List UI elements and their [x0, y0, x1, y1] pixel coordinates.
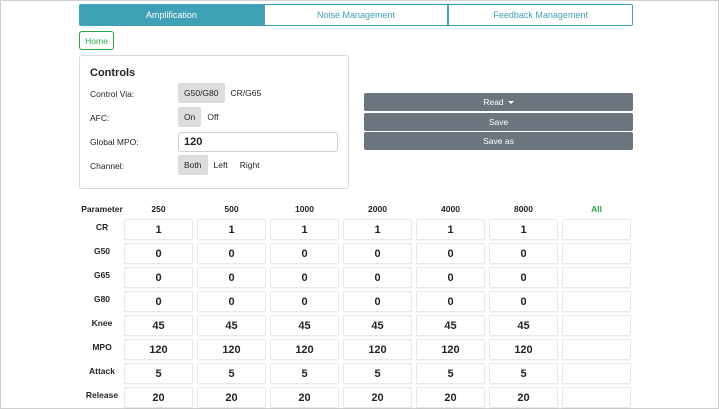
- value-cell[interactable]: 45: [416, 315, 485, 336]
- row-label-g65: G65: [93, 270, 111, 280]
- freq-header: 2000: [368, 204, 387, 214]
- value-cell[interactable]: 0: [270, 243, 339, 264]
- value-cell[interactable]: 1: [124, 219, 193, 240]
- value-cell[interactable]: 0: [416, 291, 485, 312]
- tab-noise-management[interactable]: Noise Management: [263, 4, 449, 26]
- parameter-header: Parameter: [81, 204, 123, 214]
- read-dropdown-button[interactable]: Read: [364, 93, 633, 111]
- value-cell[interactable]: 0: [124, 267, 193, 288]
- row-label-attack: Attack: [89, 366, 115, 376]
- value-cell[interactable]: 5: [124, 363, 193, 384]
- value-cell[interactable]: 0: [489, 243, 558, 264]
- all-cell[interactable]: [562, 243, 631, 264]
- tab-feedback-management[interactable]: Feedback Management: [448, 4, 634, 26]
- global-mpo-label: Global MPO:: [90, 137, 139, 147]
- value-cell[interactable]: 1: [343, 219, 412, 240]
- channel-toggle: Both Left Right: [178, 155, 266, 175]
- freq-header: 1000: [295, 204, 314, 214]
- value-cell[interactable]: 120: [270, 339, 339, 360]
- channel-both-option[interactable]: Both: [178, 155, 208, 175]
- value-cell[interactable]: 0: [416, 267, 485, 288]
- value-cell[interactable]: 5: [416, 363, 485, 384]
- all-cell[interactable]: [562, 291, 631, 312]
- control-via-cr-g65-option[interactable]: CR/G65: [224, 83, 268, 103]
- value-cell[interactable]: 120: [124, 339, 193, 360]
- row-label-g80: G80: [93, 294, 111, 304]
- value-cell[interactable]: 0: [197, 291, 266, 312]
- value-cell[interactable]: 0: [343, 267, 412, 288]
- value-cell[interactable]: 0: [124, 243, 193, 264]
- value-cell[interactable]: 20: [489, 387, 558, 408]
- all-cell[interactable]: [562, 363, 631, 384]
- all-cell[interactable]: [562, 219, 631, 240]
- value-cell[interactable]: 1: [489, 219, 558, 240]
- value-cell[interactable]: 5: [197, 363, 266, 384]
- value-cell[interactable]: 0: [197, 267, 266, 288]
- row-label-knee: Knee: [91, 318, 113, 328]
- row-label-release: Release: [85, 390, 119, 400]
- all-cell[interactable]: [562, 387, 631, 408]
- value-cell[interactable]: 45: [343, 315, 412, 336]
- value-cell[interactable]: 45: [489, 315, 558, 336]
- save-as-button[interactable]: Save as: [364, 132, 633, 150]
- freq-header: 500: [224, 204, 239, 214]
- controls-title: Controls: [90, 67, 136, 79]
- freq-header: 250: [151, 204, 166, 214]
- row-label-mpo: MPO: [92, 342, 112, 352]
- value-cell[interactable]: 20: [270, 387, 339, 408]
- afc-off-option[interactable]: Off: [201, 107, 225, 127]
- controls-panel: Controls Control Via: G50/G80 CR/G65 AFC…: [79, 55, 349, 189]
- value-cell[interactable]: 0: [489, 291, 558, 312]
- value-cell[interactable]: 20: [124, 387, 193, 408]
- value-cell[interactable]: 5: [489, 363, 558, 384]
- value-cell[interactable]: 20: [416, 387, 485, 408]
- control-via-g50-g80-option[interactable]: G50/G80: [178, 83, 225, 103]
- all-cell[interactable]: [562, 267, 631, 288]
- value-cell[interactable]: 20: [343, 387, 412, 408]
- home-button[interactable]: Home: [79, 31, 114, 50]
- value-cell[interactable]: 0: [124, 291, 193, 312]
- channel-right-option[interactable]: Right: [233, 155, 266, 175]
- value-cell[interactable]: 1: [197, 219, 266, 240]
- value-cell[interactable]: 0: [270, 267, 339, 288]
- afc-label: AFC:: [90, 113, 110, 123]
- value-cell[interactable]: 5: [270, 363, 339, 384]
- value-cell[interactable]: 120: [489, 339, 558, 360]
- all-cell[interactable]: [562, 315, 631, 336]
- value-cell[interactable]: 45: [270, 315, 339, 336]
- global-mpo-input[interactable]: 120: [178, 132, 338, 152]
- value-cell[interactable]: 1: [270, 219, 339, 240]
- afc-on-option[interactable]: On: [178, 107, 202, 127]
- value-cell[interactable]: 0: [197, 243, 266, 264]
- value-cell[interactable]: 20: [197, 387, 266, 408]
- caret-down-icon: [507, 100, 514, 104]
- value-cell[interactable]: 0: [343, 291, 412, 312]
- tab-amplification[interactable]: Amplification: [79, 4, 264, 26]
- control-via-toggle: G50/G80 CR/G65: [178, 83, 268, 103]
- value-cell[interactable]: 120: [416, 339, 485, 360]
- value-cell[interactable]: 0: [489, 267, 558, 288]
- value-cell[interactable]: 120: [343, 339, 412, 360]
- afc-toggle: On Off: [178, 107, 225, 127]
- freq-header: 8000: [514, 204, 533, 214]
- save-button[interactable]: Save: [364, 113, 633, 131]
- value-cell[interactable]: 1: [416, 219, 485, 240]
- value-cell[interactable]: 0: [343, 243, 412, 264]
- value-cell[interactable]: 5: [343, 363, 412, 384]
- channel-label: Channel:: [90, 161, 125, 171]
- value-cell[interactable]: 120: [197, 339, 266, 360]
- row-label-g50: G50: [93, 246, 111, 256]
- tab-bar: Amplification Noise Management Feedback …: [79, 4, 634, 26]
- freq-header: 4000: [441, 204, 460, 214]
- all-cell[interactable]: [562, 339, 631, 360]
- control-via-label: Control Via:: [90, 89, 135, 99]
- value-cell[interactable]: 0: [416, 243, 485, 264]
- row-label-cr: CR: [95, 222, 109, 232]
- value-cell[interactable]: 0: [270, 291, 339, 312]
- value-cell[interactable]: 45: [197, 315, 266, 336]
- read-label: Read: [483, 97, 504, 107]
- channel-left-option[interactable]: Left: [207, 155, 234, 175]
- value-cell[interactable]: 45: [124, 315, 193, 336]
- all-header-link[interactable]: All: [562, 204, 631, 214]
